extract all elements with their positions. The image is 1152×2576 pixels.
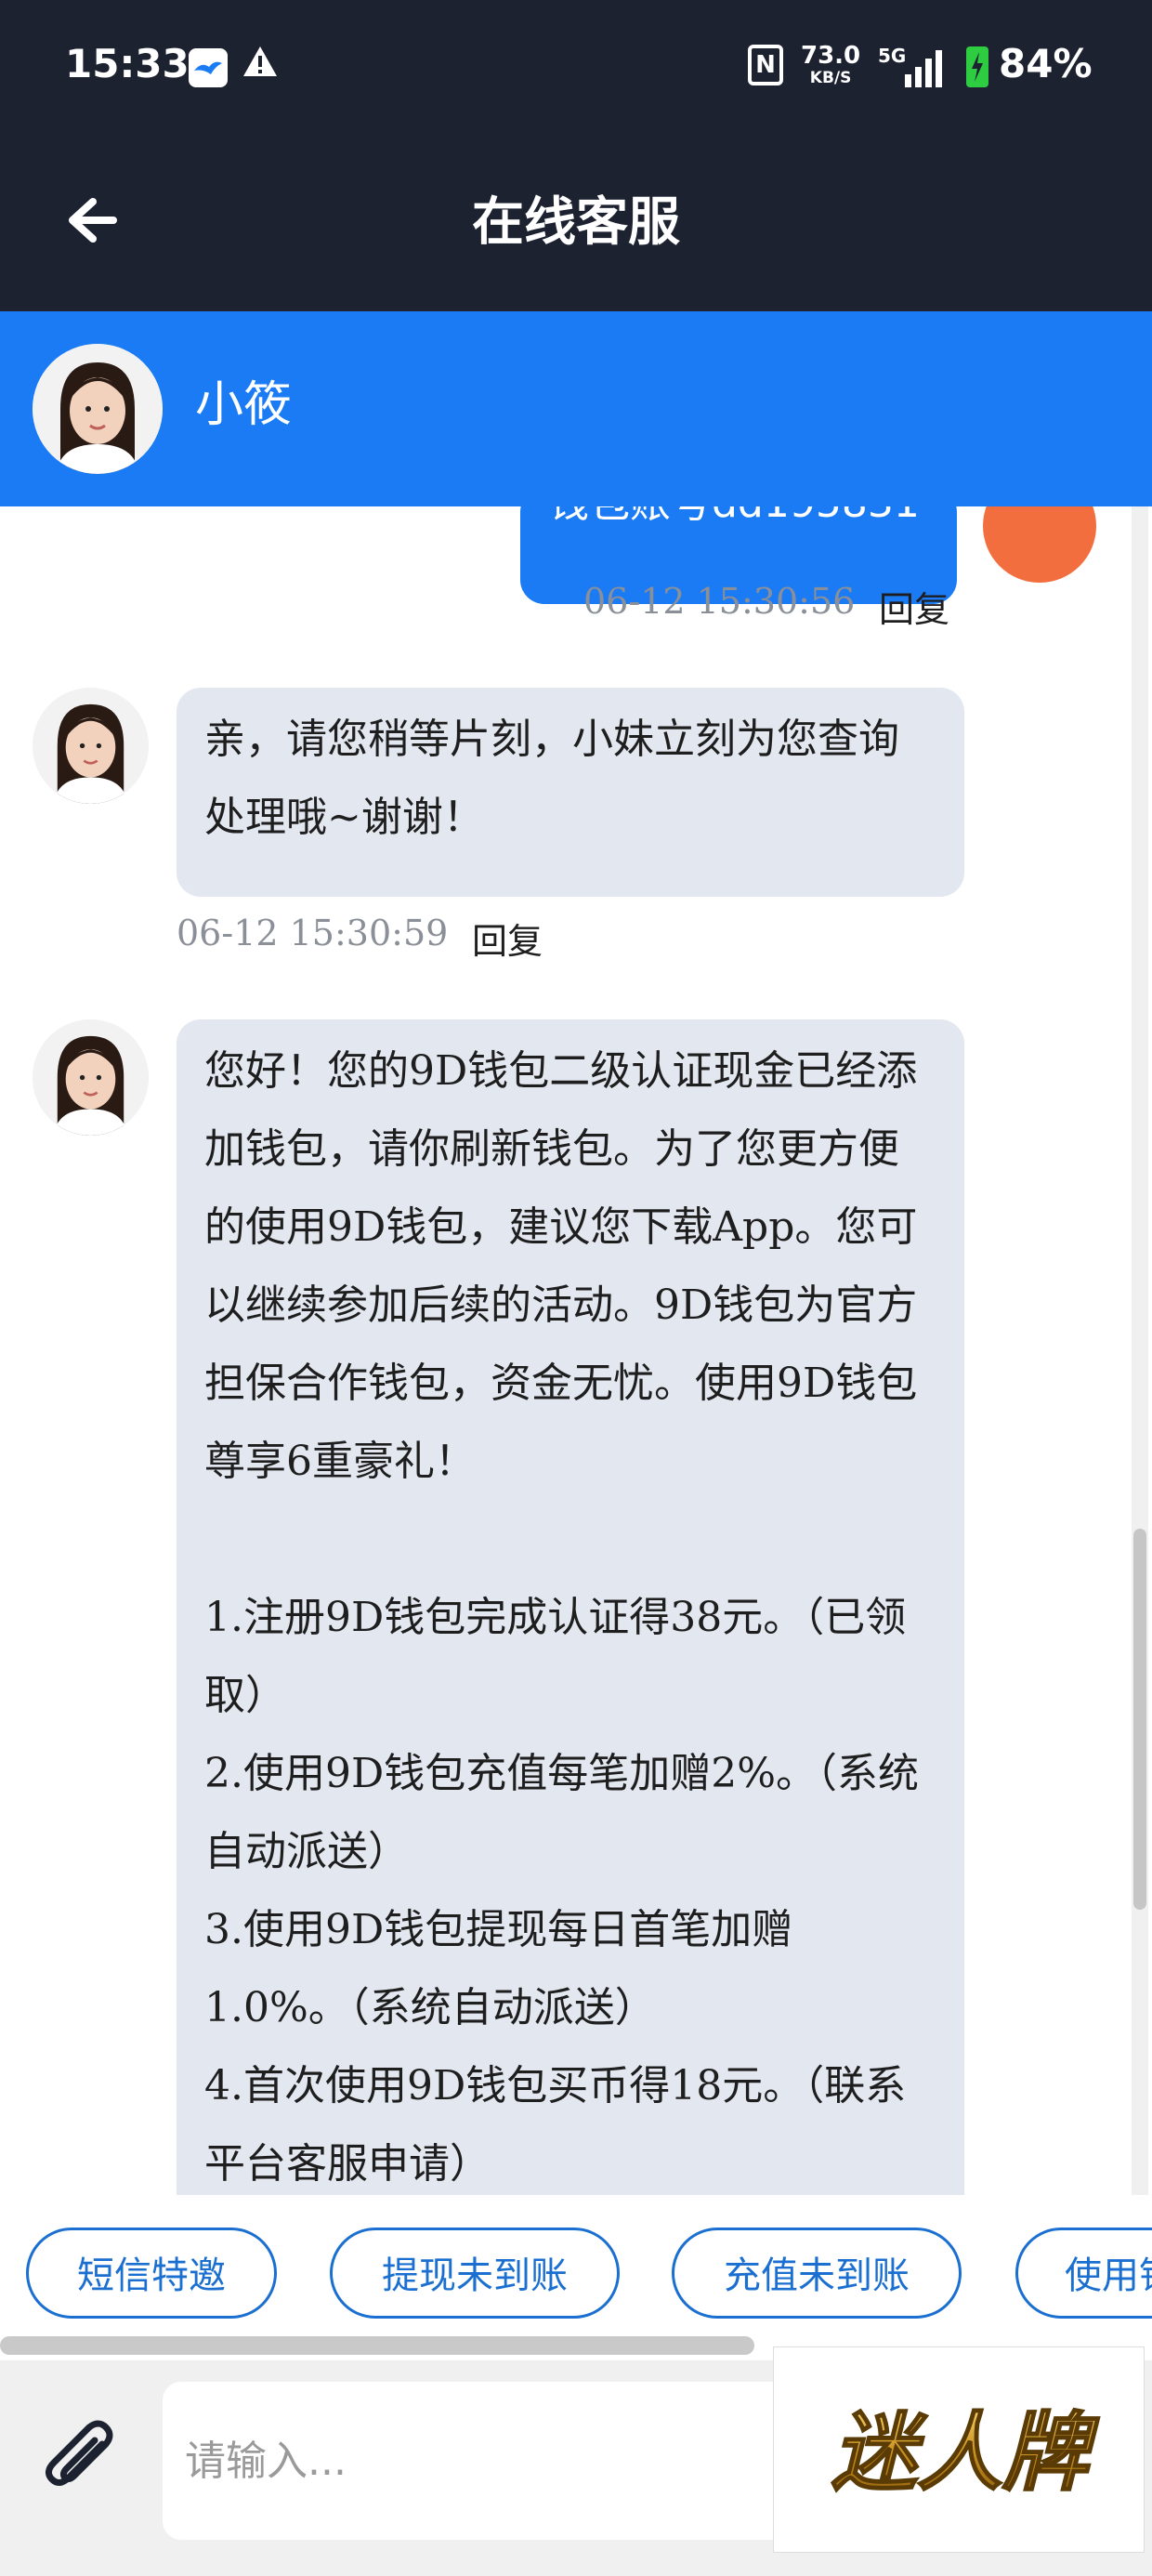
status-time: 15:33 [65,41,190,86]
watermark-logo: 迷人牌 [773,2346,1145,2553]
agent-avatar[interactable] [33,344,163,474]
quick-reply-chip[interactable]: 提现未到账 [330,2228,620,2319]
network-speed: 73.0 KB/S [801,42,861,89]
quick-reply-chip[interactable]: 使用钱包 [1015,2228,1152,2319]
page-title: 在线客服 [472,192,680,253]
message-time: 06-12 15:30:59 [177,913,449,953]
bird-app-icon [189,48,228,87]
paperclip-icon[interactable] [37,2416,125,2504]
chat-area[interactable]: 钱包账号dd195831 06-12 15:30:56 回复 亲，请您稍等片刻，… [0,506,1152,2195]
warning-icon [242,43,279,89]
watermark-text: 迷人牌 [831,2403,1100,2503]
chat-scrollbar-track[interactable] [1132,506,1148,2195]
nfc-icon: N [748,45,783,85]
chat-scrollbar-thumb[interactable] [1133,1529,1146,1910]
agent-avatar [33,688,149,804]
quick-reply-scrollbar[interactable] [0,2336,754,2355]
speed-unit: KB/S [809,69,852,87]
agent-message-bubble: 亲，请您稍等片刻，小妹立刻为您查询处理哦~谢谢！ [177,688,964,897]
speed-value: 73.0 [801,42,861,70]
signal-icon [905,50,942,87]
quick-reply-bar: 短信特邀 提现未到账 充值未到账 使用钱包 [0,2195,1152,2344]
reply-button[interactable]: 回复 [472,913,543,964]
agent-name: 小筱 [195,377,293,433]
reply-button[interactable]: 回复 [879,581,949,632]
agent-face-icon [33,1019,149,1136]
agent-header [0,311,1152,506]
quick-reply-chip[interactable]: 充值未到账 [672,2228,962,2319]
quick-reply-chip[interactable]: 短信特邀 [26,2228,277,2319]
agent-avatar [33,1019,149,1136]
user-message-text: 钱包账号dd195831 [548,506,920,529]
watermark-graphic: 迷人牌 [831,2402,1101,2504]
agent-message-bubble: 您好！您的9D钱包二级认证现金已经添加钱包，请你刷新钱包。为了您更方便的使用9D… [177,1019,964,2195]
battery-percent: 84% [999,41,1093,86]
agent-face-icon [33,688,149,804]
message-time: 06-12 15:30:56 [583,581,856,622]
message-input[interactable] [163,2382,794,2540]
battery-charging-icon [966,46,988,87]
agent-face-icon [33,344,163,474]
user-avatar [983,506,1096,583]
